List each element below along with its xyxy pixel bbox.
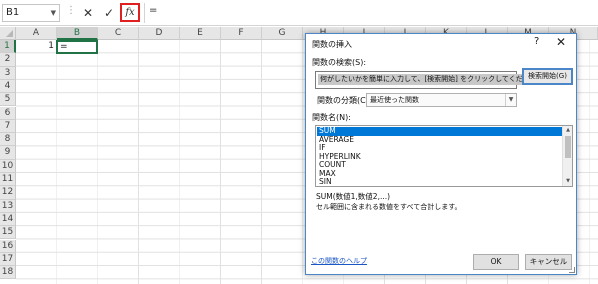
column-header-g[interactable]: G xyxy=(262,27,303,40)
row-header-2[interactable]: 2 xyxy=(0,53,16,67)
help-icon[interactable]: ? xyxy=(534,36,539,47)
function-search-input[interactable]: 何がしたいかを簡単に入力して、[検索開始] をクリックしてください。 xyxy=(315,71,546,89)
search-start-button[interactable]: 検索開始(G) xyxy=(522,68,573,85)
list-item[interactable]: SIN xyxy=(317,177,562,186)
formula-input[interactable]: = xyxy=(149,5,157,16)
scroll-thumb[interactable] xyxy=(565,136,571,158)
row-header-5[interactable]: 5 xyxy=(0,93,16,107)
row-header-17[interactable]: 17 xyxy=(0,252,16,267)
search-label: 関数の検索(S): xyxy=(312,58,367,67)
insert-function-dialog: 関数の挿入 ? ✕ 関数の検索(S): 何がしたいかを簡単に入力して、[検索開始… xyxy=(305,33,577,275)
chevron-down-icon[interactable]: ▼ xyxy=(51,5,56,21)
row-header-15[interactable]: 15 xyxy=(0,226,16,240)
insert-function-button[interactable]: fx xyxy=(120,3,140,22)
function-help-link[interactable]: この関数のヘルプ xyxy=(311,256,367,266)
category-select[interactable]: 最近使った関数 ▼ xyxy=(366,93,517,107)
scroll-down-icon[interactable]: ▼ xyxy=(563,177,572,186)
row-header-1[interactable]: 1 xyxy=(0,40,16,54)
ok-button[interactable]: OK xyxy=(473,254,519,270)
name-box-value: B1 xyxy=(6,7,20,18)
formula-bar-divider xyxy=(144,3,145,23)
select-all-triangle-icon xyxy=(6,30,13,37)
cancel-entry-icon[interactable]: ✕ xyxy=(78,4,98,22)
excel-window: B1 ▼ ⋮ ✕ ✓ fx = A B C D E F G H I J K L … xyxy=(0,0,598,284)
category-value: 最近使った関数 xyxy=(370,96,419,104)
row-header-11[interactable]: 11 xyxy=(0,173,16,187)
list-item[interactable]: COUNT xyxy=(317,160,562,170)
resize-grip-icon[interactable] xyxy=(569,267,575,273)
confirm-entry-icon[interactable]: ✓ xyxy=(99,4,119,22)
cell-a1[interactable]: 1 xyxy=(16,40,57,53)
column-header-c[interactable]: C xyxy=(98,27,139,40)
select-all-button[interactable] xyxy=(0,27,16,40)
row-header-12[interactable]: 12 xyxy=(0,186,16,200)
column-header-d[interactable]: D xyxy=(139,27,180,40)
formula-bar: B1 ▼ ⋮ ✕ ✓ fx = xyxy=(0,0,598,26)
cancel-button[interactable]: キャンセル xyxy=(525,254,572,270)
row-header-9[interactable]: 9 xyxy=(0,146,16,160)
list-item[interactable]: AVERAGE xyxy=(317,135,562,145)
cell-b1-active[interactable]: = xyxy=(56,40,98,54)
grip-icon: ⋮ xyxy=(66,5,76,16)
function-name-label: 関数名(N): xyxy=(312,113,351,122)
row-header-8[interactable]: 8 xyxy=(0,133,16,147)
row-header-3[interactable]: 3 xyxy=(0,66,16,80)
list-scrollbar[interactable]: ▲ ▼ xyxy=(562,126,572,186)
list-item[interactable]: MAX xyxy=(317,169,562,179)
row-header-10[interactable]: 10 xyxy=(0,159,16,173)
row-header-4[interactable]: 4 xyxy=(0,79,16,94)
row-header-7[interactable]: 7 xyxy=(0,119,16,134)
column-header-f[interactable]: F xyxy=(221,27,262,40)
row-header-16[interactable]: 16 xyxy=(0,239,16,253)
chevron-down-icon[interactable]: ▼ xyxy=(505,94,516,106)
category-label: 関数の分類(C): xyxy=(317,96,372,105)
column-header-b[interactable]: B xyxy=(57,27,98,40)
list-item[interactable]: HYPERLINK xyxy=(317,152,562,162)
function-signature: SUM(数値1,数値2,...) xyxy=(316,192,391,201)
scroll-up-icon[interactable]: ▲ xyxy=(563,126,572,135)
column-header-e[interactable]: E xyxy=(180,27,221,40)
row-header-14[interactable]: 14 xyxy=(0,212,16,227)
function-description: セル範囲に含まれる数値をすべて合計します。 xyxy=(316,203,462,211)
name-box[interactable]: B1 ▼ xyxy=(2,4,60,22)
row-header-6[interactable]: 6 xyxy=(0,106,16,120)
row-header-18[interactable]: 18 xyxy=(0,266,16,280)
search-text: 何がしたいかを簡単に入力して、[検索開始] をクリックしてください。 xyxy=(318,74,546,85)
column-header-a[interactable]: A xyxy=(16,27,57,40)
row-header-13[interactable]: 13 xyxy=(0,199,16,213)
dialog-title: 関数の挿入 xyxy=(312,40,352,49)
function-list[interactable]: SUM AVERAGE IF HYPERLINK COUNT MAX SIN ▲… xyxy=(315,125,573,187)
close-icon[interactable]: ✕ xyxy=(556,35,566,49)
